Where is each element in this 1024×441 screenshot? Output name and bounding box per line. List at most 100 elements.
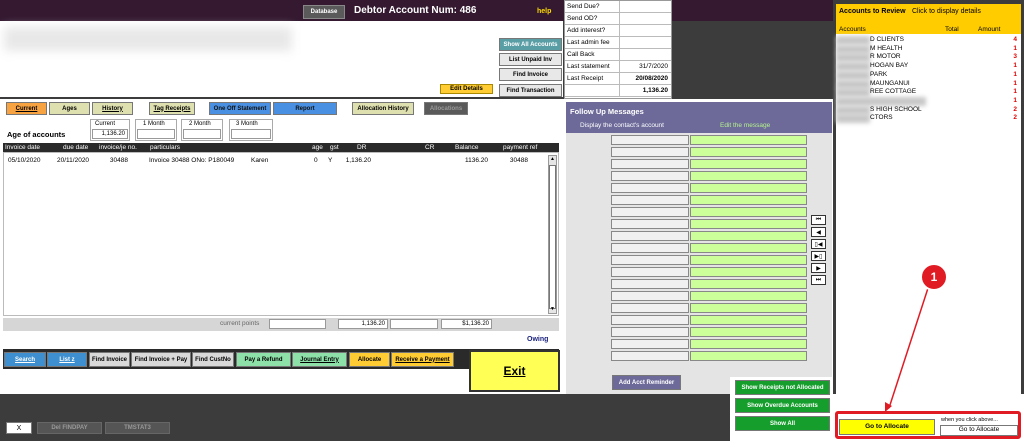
follow-up-contact-cell[interactable] [611, 267, 689, 277]
pay-refund-button[interactable]: Pay a Refund [236, 352, 291, 367]
follow-up-contact-cell[interactable] [611, 291, 689, 301]
follow-up-contact-cell[interactable] [611, 339, 689, 349]
follow-up-message-cell[interactable] [690, 339, 807, 349]
follow-up-message-cell[interactable] [690, 135, 807, 145]
follow-up-message-cell[interactable] [690, 231, 807, 241]
follow-up-contact-cell[interactable] [611, 195, 689, 205]
go-to-allocate-button[interactable]: Go to Allocate [839, 419, 935, 435]
follow-up-contact-cell[interactable] [611, 159, 689, 169]
follow-up-message-cell[interactable] [690, 327, 807, 337]
review-row[interactable]: D CLIENTS 4 [836, 36, 1019, 45]
tab-report[interactable]: Report [273, 102, 337, 115]
follow-up-contact-cell[interactable] [611, 135, 689, 145]
follow-up-message-cell[interactable] [690, 243, 807, 253]
info-divider [619, 1, 620, 13]
tab-ages[interactable]: Ages [49, 102, 90, 115]
edit-details-button[interactable]: Edit Details [440, 84, 493, 94]
database-button[interactable]: Database [303, 5, 345, 19]
new-record-back-icon[interactable]: ▯◀ [811, 239, 826, 249]
follow-up-message-cell[interactable] [690, 207, 807, 217]
table-row[interactable]: 05/10/2020 20/11/2020 30488 Invoice 30488 O… [4, 156, 544, 166]
show-overdue-accounts-button[interactable]: Show Overdue Accounts [735, 398, 830, 413]
review-row[interactable]: R MOTOR 3 [836, 53, 1019, 63]
follow-up-message-cell[interactable] [690, 291, 807, 301]
table-cell: Y [328, 157, 333, 164]
review-row[interactable]: CTORS 2 [836, 114, 1019, 124]
next-record-icon[interactable]: ▶ [811, 263, 826, 273]
table-scrollbar[interactable]: ▲ ▼ [548, 155, 557, 314]
cr-total [390, 319, 438, 329]
list-button[interactable]: List z [47, 352, 87, 367]
previous-record-icon[interactable]: ◀ [811, 227, 826, 237]
receive-payment-button[interactable]: Receive a Payment [391, 352, 454, 367]
review-col-accounts: Accounts [839, 26, 866, 33]
first-record-icon[interactable]: ⏮ [811, 215, 826, 225]
tab-tag-receipts[interactable]: Tag Receipts [149, 102, 195, 115]
follow-up-message-cell[interactable] [690, 219, 807, 229]
follow-up-contact-cell[interactable] [611, 231, 689, 241]
scroll-up-icon[interactable]: ▲ [549, 156, 556, 163]
allocate-button[interactable]: Allocate [349, 352, 390, 367]
follow-up-contact-cell[interactable] [611, 219, 689, 229]
follow-up-message-cell[interactable] [690, 315, 807, 325]
show-receipts-not-allocated-button[interactable]: Show Receipts not Allocated [735, 380, 830, 395]
scroll-down-icon[interactable]: ▼ [549, 306, 556, 313]
review-row[interactable]: M HEALTH 1 [836, 44, 1019, 54]
find-custno-button[interactable]: Find CustNo [192, 352, 234, 367]
follow-up-contact-cell[interactable] [611, 279, 689, 289]
tab-history[interactable]: History [92, 102, 133, 115]
follow-up-contact-cell[interactable] [611, 351, 689, 361]
add-acct-reminder-button[interactable]: Add Acct Reminder [612, 375, 681, 390]
new-record-fwd-icon[interactable]: ▶▯ [811, 251, 826, 261]
follow-up-contact-cell[interactable] [611, 147, 689, 157]
follow-up-contact-cell[interactable] [611, 315, 689, 325]
follow-up-message-cell[interactable] [690, 171, 807, 181]
follow-up-message-cell[interactable] [690, 279, 807, 289]
redacted-name [836, 105, 870, 115]
tab-one-off-statement[interactable]: One Off Statement [209, 102, 271, 115]
column-header: DR [357, 144, 367, 151]
review-row[interactable]: REE COTTAGE 1 [836, 88, 1019, 98]
del-findpay-button[interactable]: Del FINDPAY [37, 422, 102, 434]
scroll-thumb[interactable] [549, 165, 556, 309]
review-row[interactable]: HOGAN BAY 1 [836, 62, 1019, 72]
help-link[interactable]: help [537, 8, 551, 15]
tab-allocations[interactable]: Allocations [424, 102, 468, 115]
follow-up-message-cell[interactable] [690, 267, 807, 277]
review-account-name: CTORS [870, 114, 893, 122]
find-invoice-button[interactable]: Find Invoice [89, 352, 130, 367]
find-invoice-pay-button[interactable]: Find Invoice + Pay [131, 352, 191, 367]
show-all-button[interactable]: Show All [735, 416, 830, 431]
follow-up-contact-cell[interactable] [611, 171, 689, 181]
journal-entry-button[interactable]: Journal Entry [292, 352, 347, 367]
follow-up-message-cell[interactable] [690, 303, 807, 313]
follow-up-message-cell[interactable] [690, 351, 807, 361]
find-transaction-button[interactable]: Find Transaction [499, 84, 562, 97]
tab-allocation-history[interactable]: Allocation History [352, 102, 414, 115]
follow-up-message-cell[interactable] [690, 195, 807, 205]
follow-up-contact-cell[interactable] [611, 327, 689, 337]
review-row[interactable]: S HIGH SCHOOL 2 [836, 105, 1019, 115]
follow-up-message-cell[interactable] [690, 147, 807, 157]
review-row[interactable]: 1 [836, 96, 1019, 106]
review-row[interactable]: MAUNGANUI 1 [836, 79, 1019, 89]
follow-up-message-cell[interactable] [690, 159, 807, 169]
find-invoice-side-button[interactable]: Find Invoice [499, 68, 562, 81]
follow-up-contact-cell[interactable] [611, 243, 689, 253]
review-row[interactable]: PARK 1 [836, 70, 1019, 80]
follow-up-contact-cell[interactable] [611, 207, 689, 217]
follow-up-message-cell[interactable] [690, 255, 807, 265]
show-all-accounts-button[interactable]: Show All Accounts [499, 38, 562, 51]
follow-up-contact-cell[interactable] [611, 255, 689, 265]
follow-up-contact-cell[interactable] [611, 303, 689, 313]
follow-up-contact-cell[interactable] [611, 183, 689, 193]
search-button[interactable]: Search [4, 352, 46, 367]
x-button[interactable]: X [6, 422, 32, 434]
last-record-icon[interactable]: ⏭ [811, 275, 826, 285]
go-to-allocate-secondary-button[interactable]: Go to Allocate [940, 425, 1018, 436]
list-unpaid-button[interactable]: List Unpaid Inv [499, 53, 562, 66]
tab-current[interactable]: Current [6, 102, 47, 115]
follow-up-message-cell[interactable] [690, 183, 807, 193]
exit-button[interactable]: Exit [469, 350, 560, 392]
tmstat-button[interactable]: TMSTAT3 [105, 422, 170, 434]
